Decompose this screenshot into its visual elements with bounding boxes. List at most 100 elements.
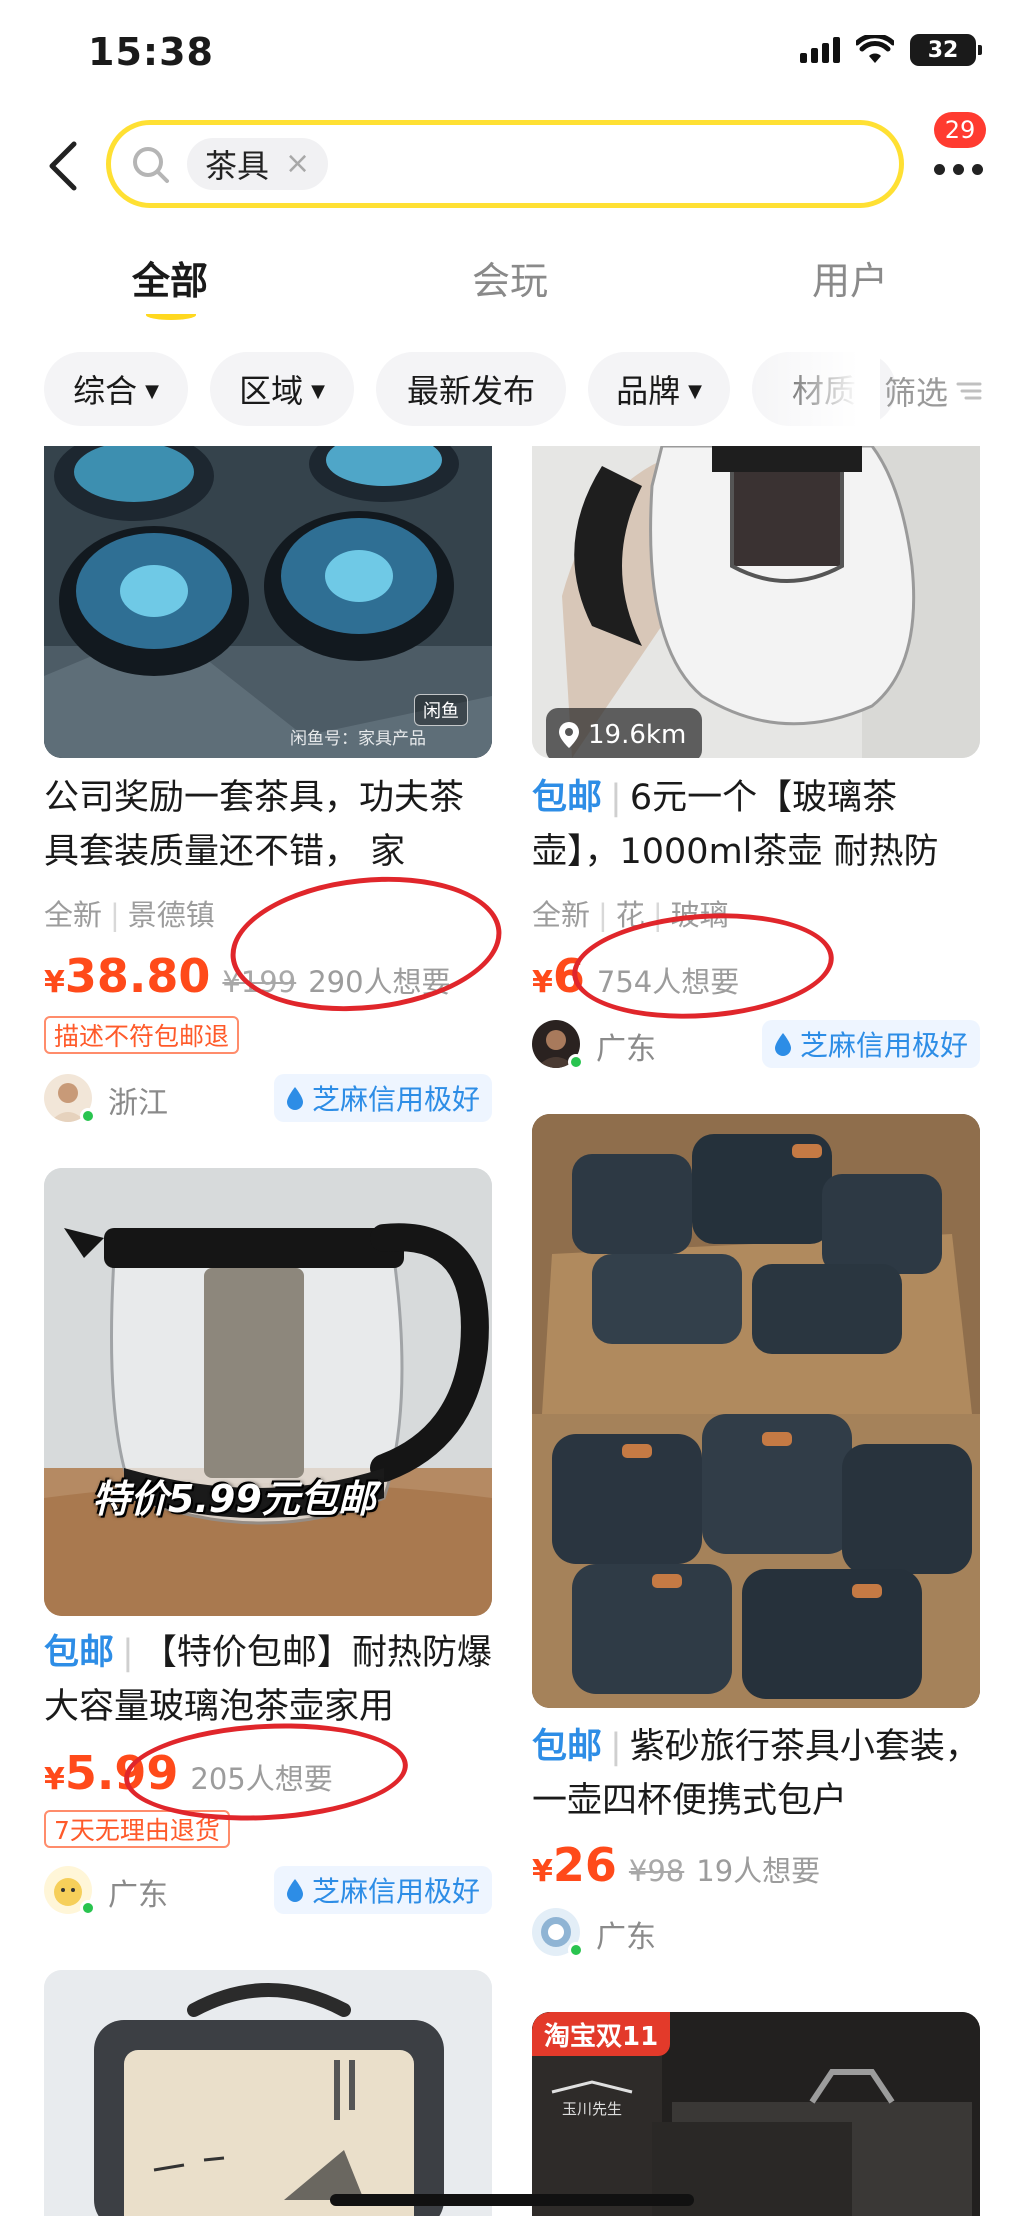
active-tab-indicator <box>146 310 196 320</box>
filter-screen-label: 筛选 <box>884 374 949 412</box>
credit-label: 芝麻信用极好 <box>311 1083 480 1116</box>
product-image-glass-teapot: 19.6km <box>532 446 980 758</box>
more-dots-icon <box>934 164 983 175</box>
credit-badge: 芝麻信用极好 <box>273 1074 492 1122</box>
want-count: 754人想要 <box>596 965 740 999</box>
image-overlay-text: 闲鱼号：家具产品 <box>290 729 426 749</box>
currency-symbol: ¥ <box>532 1854 553 1889</box>
filter-label: 最新发布 <box>406 372 535 410</box>
free-shipping-label: 包邮 <box>532 778 603 818</box>
close-icon[interactable]: × <box>285 149 310 179</box>
status-bar: 15:38 32 <box>0 0 1024 110</box>
online-status-dot <box>568 1942 584 1958</box>
product-price: 5.99 <box>64 1746 179 1800</box>
product-meta: 全新 | 景德镇 <box>44 898 215 932</box>
product-card[interactable] <box>44 1970 492 2216</box>
cellular-signal-icon <box>800 37 840 63</box>
battery-icon: 32 <box>910 34 982 66</box>
seller-row[interactable]: 广东 芝麻信用极好 <box>532 1016 980 1072</box>
caret-down-icon: ▼ <box>145 380 159 402</box>
product-card[interactable]: 19.6km 包邮 | 6元一个【玻璃茶壶】，1000ml茶壶 耐热防 全新 | 花 | 玻… <box>532 446 980 1076</box>
wifi-icon <box>856 35 894 63</box>
currency-symbol: ¥ <box>44 1762 65 1797</box>
free-shipping-label: 包邮 <box>532 1727 603 1767</box>
product-image-tea-bag <box>44 1970 492 2216</box>
online-status-dot <box>80 1108 96 1124</box>
product-price: 38.80 <box>64 949 211 1003</box>
home-indicator[interactable] <box>330 2194 694 2206</box>
currency-symbol: ¥ <box>44 965 65 1000</box>
origin-label: 景德镇 <box>127 898 215 932</box>
brand-label: 花 <box>615 898 645 932</box>
online-status-dot <box>80 1900 96 1916</box>
price-row: ¥ 26 ¥98 19人想要 <box>532 1838 820 1892</box>
teapot-illustration <box>44 1168 492 1616</box>
tab-all[interactable]: 全部 <box>132 250 208 305</box>
product-title: 包邮 | 6元一个【玻璃茶壶】，1000ml茶壶 耐热防 <box>532 778 939 872</box>
filter-fade <box>740 352 880 426</box>
credit-label: 芝麻信用极好 <box>311 1875 480 1908</box>
search-query-text: 茶具 <box>205 147 270 185</box>
material-label: 玻璃 <box>670 898 729 932</box>
product-card[interactable]: 特价5.99元包邮 包邮 | 【特价包邮】耐热防爆大容量玻璃泡茶壶家用 ¥ 5.99… <box>44 1168 492 1938</box>
product-title: 包邮 | 紫砂旅行茶具小套装，一壶四杯便携式包户 <box>532 1727 980 1821</box>
promo-tag: 淘宝双11 <box>532 2012 671 2056</box>
credit-badge: 芝麻信用极好 <box>761 1020 980 1068</box>
product-image-teapot: 特价5.99元包邮 <box>44 1168 492 1616</box>
image-promo-text: 特价5.99元包邮 <box>92 1477 376 1521</box>
original-price: ¥199 <box>222 965 297 999</box>
filter-icon <box>956 382 982 400</box>
tea-bag-illustration <box>44 1970 492 2216</box>
product-price: 26 <box>552 1838 617 1892</box>
product-card[interactable]: 包邮 | 紫砂旅行茶具小套装，一壶四杯便携式包户 ¥ 26 ¥98 19人想要 广东 <box>532 1114 980 1958</box>
water-drop-icon <box>774 1033 791 1056</box>
water-drop-icon <box>286 1879 303 1902</box>
tab-users[interactable]: 用户 <box>812 250 888 305</box>
free-shipping-label: 包邮 <box>44 1633 115 1673</box>
location-pin-icon <box>559 722 579 748</box>
search-query-chip[interactable]: 茶具 × <box>187 138 329 190</box>
result-tabs: 全部 会玩 用户 <box>0 240 1024 320</box>
condition-label: 全新 <box>532 898 591 932</box>
filter-screen-button[interactable]: 筛选 <box>884 368 982 414</box>
product-feed: 闲鱼 闲鱼号：家具产品 公司奖励一套茶具，功夫茶具套装质量还不错， 家 全新 | 景… <box>0 446 1024 2216</box>
product-card[interactable]: 淘宝双11 玉川先生 <box>532 2012 980 2216</box>
return-policy-tag: 描述不符包邮退 <box>44 1016 240 1054</box>
search-bar[interactable]: 茶具 × <box>106 120 904 208</box>
price-row: ¥ 6 754人想要 <box>532 949 739 1003</box>
want-count: 290人想要 <box>308 965 451 999</box>
seller-location: 广东 <box>596 1920 656 1955</box>
status-time: 15:38 <box>88 30 214 74</box>
seller-row[interactable]: 广东 芝麻信用极好 <box>44 1862 492 1918</box>
status-icons: 32 <box>800 34 982 66</box>
caret-down-icon: ▼ <box>311 380 325 402</box>
back-arrow-icon[interactable] <box>44 140 84 192</box>
product-title: 包邮 | 【特价包邮】耐热防爆大容量玻璃泡茶壶家用 <box>44 1633 492 1727</box>
notification-badge: 29 <box>934 112 986 148</box>
seller-location: 广东 <box>596 1032 656 1067</box>
seller-row[interactable]: 广东 <box>532 1904 980 1960</box>
seller-row[interactable]: 浙江 芝麻信用极好 <box>44 1070 492 1126</box>
want-count: 205人想要 <box>190 1762 333 1796</box>
product-price: 6 <box>552 949 585 1003</box>
price-row: ¥ 38.80 ¥199 290人想要 <box>44 949 451 1003</box>
original-price: ¥98 <box>628 1854 685 1888</box>
image-brand-text: 玉川先生 <box>562 2100 623 2118</box>
credit-badge: 芝麻信用极好 <box>273 1866 492 1914</box>
product-card[interactable]: 闲鱼 闲鱼号：家具产品 公司奖励一套茶具，功夫茶具套装质量还不错， 家 全新 | 景… <box>44 446 509 1146</box>
tab-fun[interactable]: 会玩 <box>472 250 548 305</box>
filter-newest[interactable]: 最新发布 <box>376 352 566 426</box>
more-menu-button[interactable]: 29 <box>930 112 990 192</box>
credit-label: 芝麻信用极好 <box>799 1029 968 1062</box>
filter-comprehensive[interactable]: 综合 ▼ <box>44 352 188 426</box>
filter-label: 综合 <box>73 372 138 410</box>
filter-region[interactable]: 区域 ▼ <box>210 352 354 426</box>
distance-label: 19.6km <box>588 720 687 750</box>
return-policy-tag: 7天无理由退货 <box>44 1810 230 1848</box>
search-icon <box>133 147 169 183</box>
filter-brand[interactable]: 品牌 ▼ <box>588 352 730 426</box>
filter-label: 区域 <box>239 372 304 410</box>
product-image-travel-tea-cases <box>532 1114 980 1708</box>
filter-label: 品牌 <box>616 372 681 410</box>
distance-badge: 19.6km <box>546 708 703 758</box>
